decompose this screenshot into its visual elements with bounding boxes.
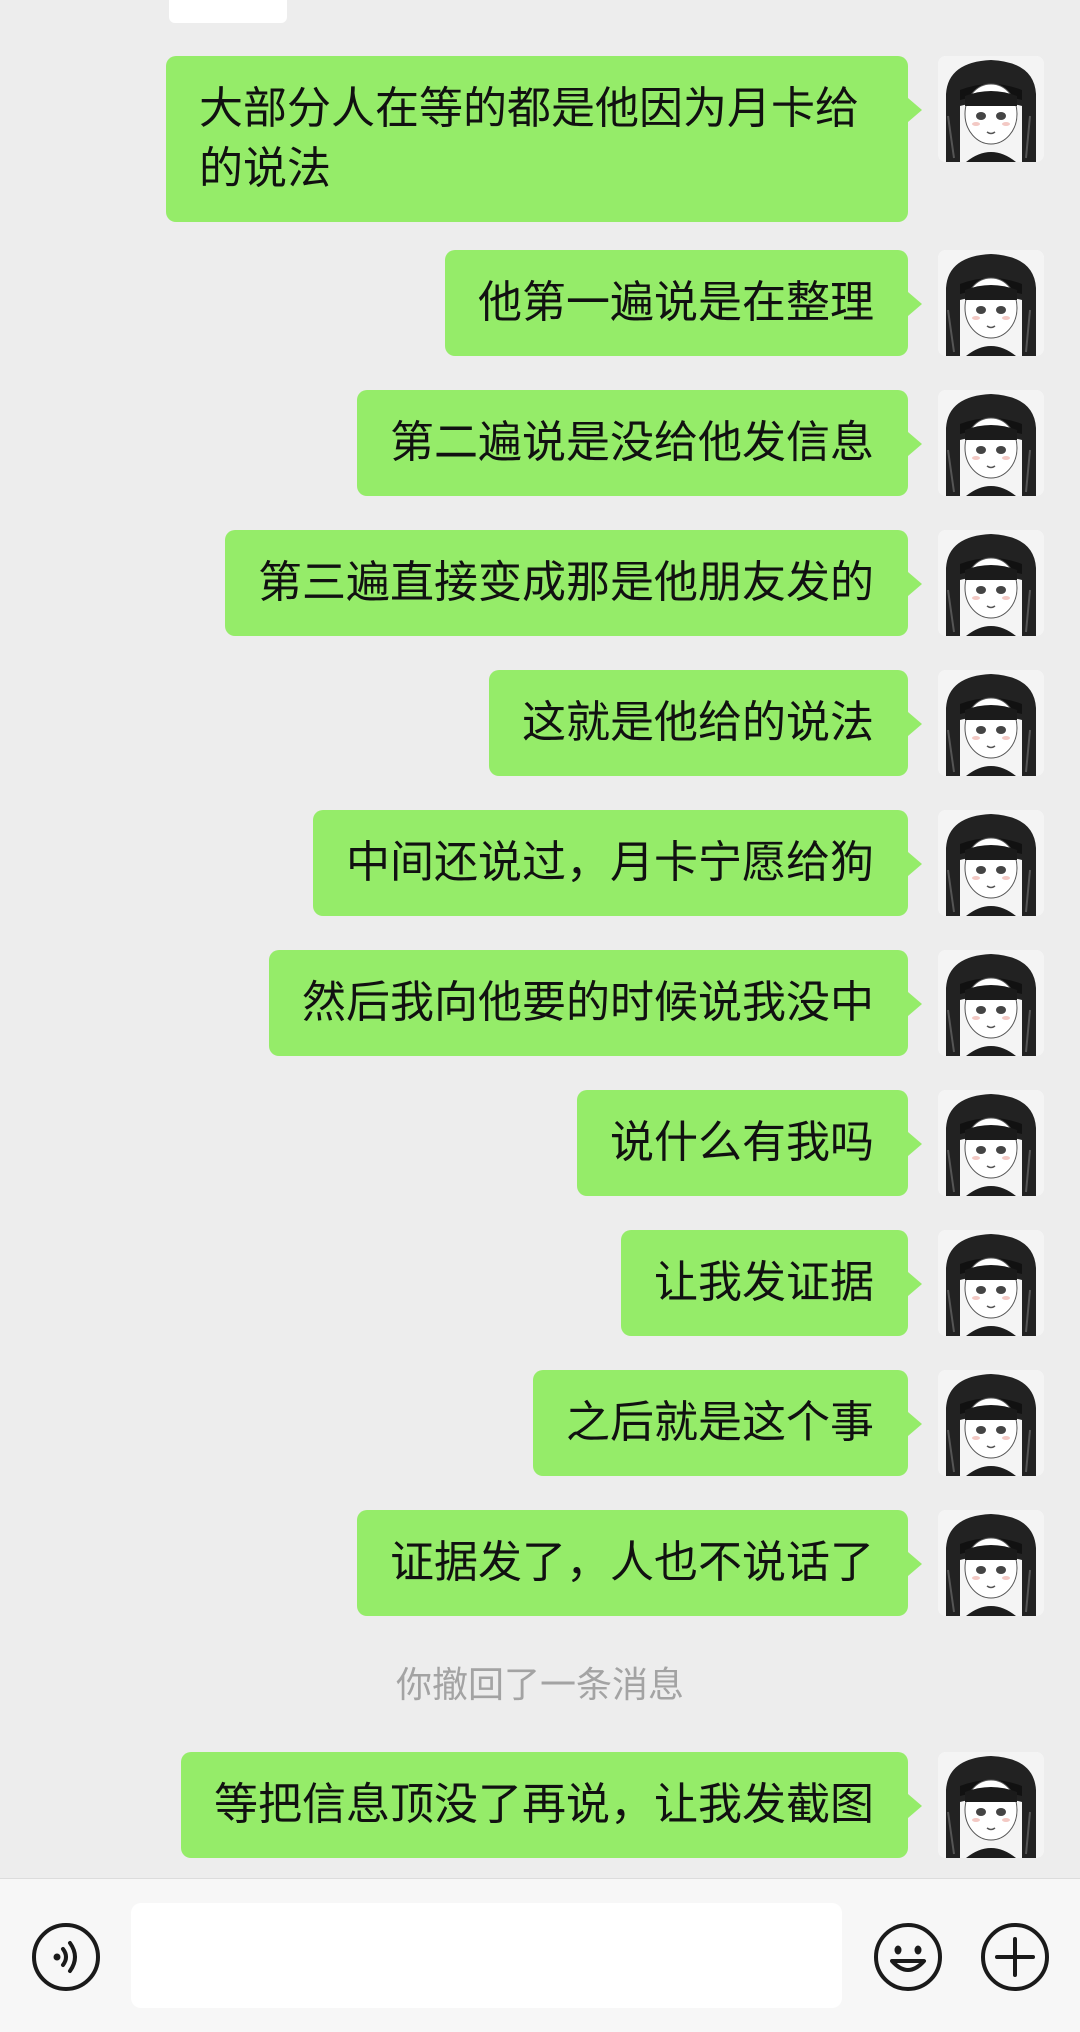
message-row: 中间还说过，月卡宁愿给狗 bbox=[313, 810, 1044, 916]
message-bubble[interactable]: 然后我向他要的时候说我没中 bbox=[269, 950, 922, 1056]
chat-area[interactable]: 大部分人在等的都是他因为月卡给的说法 他第一遍说是在整理 第二遍说是没给他发信息… bbox=[0, 0, 1080, 1878]
avatar[interactable] bbox=[938, 1510, 1044, 1616]
message-row: 说什么有我吗 bbox=[577, 1090, 1044, 1196]
message-bubble[interactable]: 之后就是这个事 bbox=[533, 1370, 922, 1476]
message-bubble[interactable]: 说什么有我吗 bbox=[577, 1090, 922, 1196]
message-row: 然后我向他要的时候说我没中 bbox=[269, 950, 1044, 1056]
avatar[interactable] bbox=[938, 1752, 1044, 1858]
avatar[interactable] bbox=[938, 1090, 1044, 1196]
message-bubble[interactable]: 他第一遍说是在整理 bbox=[445, 250, 922, 356]
recall-notice: 你撤回了一条消息 bbox=[395, 1665, 684, 1706]
message-bubble[interactable]: 第三遍直接变成那是他朋友发的 bbox=[225, 530, 922, 636]
message-row: 这就是他给的说法 bbox=[489, 670, 1044, 776]
message-row: 他第一遍说是在整理 bbox=[445, 250, 1044, 356]
message-row: 第三遍直接变成那是他朋友发的 bbox=[225, 530, 1044, 636]
avatar[interactable] bbox=[938, 56, 1044, 162]
message-bubble[interactable]: 中间还说过，月卡宁愿给狗 bbox=[313, 810, 922, 916]
message-row: 之后就是这个事 bbox=[533, 1370, 1044, 1476]
message-row: 等把信息顶没了再说，让我发截图 bbox=[181, 1752, 1044, 1858]
voice-icon[interactable] bbox=[30, 1921, 102, 1993]
message-bubble[interactable]: 等把信息顶没了再说，让我发截图 bbox=[181, 1752, 922, 1858]
message-row: 大部分人在等的都是他因为月卡给的说法 bbox=[166, 56, 1044, 222]
avatar[interactable] bbox=[938, 1230, 1044, 1336]
message-bubble[interactable]: 大部分人在等的都是他因为月卡给的说法 bbox=[166, 56, 922, 222]
avatar[interactable] bbox=[938, 810, 1044, 916]
avatar[interactable] bbox=[938, 950, 1044, 1056]
avatar[interactable] bbox=[938, 1370, 1044, 1476]
message-bubble[interactable]: 证据发了，人也不说话了 bbox=[357, 1510, 922, 1616]
message-row: 让我发证据 bbox=[621, 1230, 1044, 1336]
previous-message-bubble bbox=[169, 0, 287, 23]
avatar[interactable] bbox=[938, 250, 1044, 356]
emoji-icon[interactable] bbox=[872, 1921, 944, 1993]
message-bubble[interactable]: 让我发证据 bbox=[621, 1230, 922, 1336]
message-bubble[interactable]: 这就是他给的说法 bbox=[489, 670, 922, 776]
message-bubble[interactable]: 第二遍说是没给他发信息 bbox=[357, 390, 922, 496]
plus-icon[interactable] bbox=[979, 1921, 1051, 1993]
avatar[interactable] bbox=[938, 530, 1044, 636]
avatar[interactable] bbox=[938, 670, 1044, 776]
message-row: 第二遍说是没给他发信息 bbox=[357, 390, 1044, 496]
message-input[interactable] bbox=[131, 1903, 842, 2008]
avatar[interactable] bbox=[938, 390, 1044, 496]
input-toolbar bbox=[0, 1878, 1080, 2032]
message-row: 证据发了，人也不说话了 bbox=[357, 1510, 1044, 1616]
